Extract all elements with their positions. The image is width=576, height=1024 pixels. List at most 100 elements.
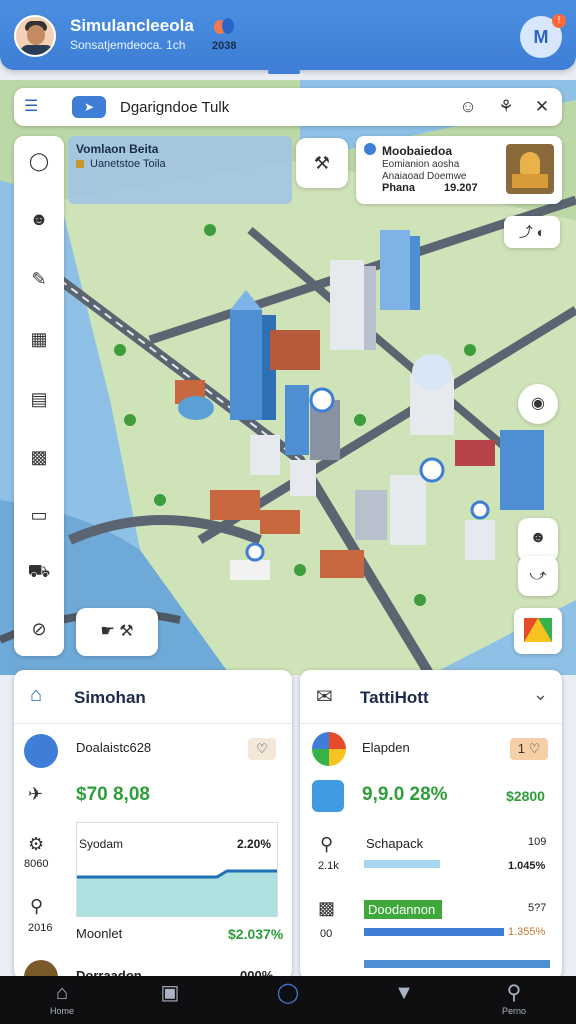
summary-card-title: Simohan — [74, 688, 146, 707]
share-icon: ☻ — [529, 529, 547, 546]
book-icon[interactable]: ▦ — [26, 326, 52, 352]
search-input[interactable] — [118, 97, 418, 117]
search-bar: ☰ ➤ ☺ ⚘ ✕ — [14, 88, 562, 126]
arrow-right-icon[interactable]: ➤ — [72, 96, 106, 118]
nav-circle[interactable]: ◯ — [258, 982, 318, 1022]
poi-title: Moobaiedoa — [382, 144, 453, 158]
route-toggle[interactable]: ⤴ ◐ — [504, 216, 560, 248]
summary-side1: 8060 — [24, 858, 49, 870]
triangle-icon: ▼ — [394, 982, 414, 1004]
poi-price-label: Phana — [382, 182, 416, 194]
gear-icon: ⚙ — [28, 834, 45, 854]
home-icon[interactable]: ⌂ — [30, 684, 42, 707]
summary-main-value: $70 8,08 — [76, 784, 150, 805]
profile-glyph: M — [533, 26, 549, 47]
building-icon[interactable]: ▩ — [26, 444, 52, 470]
avatar-suit — [20, 45, 54, 55]
chevron-down-icon[interactable]: ⌄ — [533, 684, 548, 705]
nav-search-label: Perno — [501, 1006, 527, 1016]
nav-search[interactable]: ⚲ Perno — [484, 982, 544, 1022]
circle-icon: ◯ — [276, 982, 300, 1004]
stats-card-header: ✉ TattiHott ⌄ — [300, 670, 562, 724]
grid-icon — [312, 780, 344, 812]
plane-icon: ✈ — [28, 784, 44, 804]
brand-logo-right — [222, 18, 234, 34]
nav-triangle[interactable]: ▼ — [374, 982, 434, 1022]
user-icon[interactable]: ☺ — [456, 95, 480, 119]
summary-row1-label: Doalaistc628 — [76, 740, 152, 755]
avatar-face — [27, 25, 45, 45]
building-icon: ▩ — [318, 898, 336, 918]
bottom-nav: ⌂ Home ▣ ◯ ▼ ⚲ Perno — [0, 976, 576, 1024]
summary-footer-label: Moonlet — [76, 926, 123, 941]
stats-badge-count: 1 — [517, 741, 525, 756]
metric2-label: Doodannon — [364, 900, 442, 919]
poi-thumbnail — [506, 144, 554, 194]
pin-icon: ⚲ — [320, 834, 334, 854]
stats-card: ✉ TattiHott ⌄ Elapden 1 ♡ 9,9.0 28% $280… — [300, 670, 562, 980]
nav-square[interactable]: ▣ — [140, 982, 200, 1022]
wrench-icon: ⚒ — [313, 153, 331, 173]
stats-badge[interactable]: 1 ♡ — [510, 738, 548, 760]
metric1-value: 1.045% — [508, 860, 546, 872]
app-subtitle: Sonsatjemdeoca. 1ch — [70, 38, 186, 52]
avatar[interactable] — [14, 15, 56, 57]
summary-card: ⌂ Simohan Doalaistc628 ♡ ✈ $70 8,08 ⚙ 80… — [14, 670, 292, 980]
drag-handle[interactable] — [268, 70, 300, 74]
notification-badge: ! — [552, 14, 566, 28]
hand-icon: ☛ ⚒ — [100, 623, 134, 640]
metric1-bar — [364, 860, 440, 868]
pencil-icon[interactable]: ✎ — [26, 266, 52, 292]
square-icon: ▣ — [160, 982, 180, 1004]
stats-row1-label: Elapden — [362, 740, 410, 755]
group-icon[interactable]: ⚘ — [494, 95, 518, 119]
nav-home[interactable]: ⌂ Home — [32, 982, 92, 1022]
map-style-icon — [524, 618, 552, 642]
mail-icon[interactable]: ✉ — [316, 684, 333, 709]
globe-badge-icon — [24, 734, 58, 768]
locate-icon: ◉ — [531, 395, 545, 412]
globe-icon[interactable]: ◯ — [26, 148, 52, 174]
temple-base — [512, 174, 548, 188]
metric2-value: 1.355% — [508, 926, 546, 938]
map-style-button[interactable] — [514, 608, 562, 654]
layers-icon[interactable]: ☰ — [24, 96, 48, 118]
quick-actions[interactable]: ☛ ⚒ — [76, 608, 158, 656]
temple-roof — [520, 152, 540, 174]
poi-card[interactable]: Moobaiedoa Eomianion aosha Anaiaoad Doem… — [356, 136, 562, 204]
metric1-extra: 109 — [528, 836, 547, 848]
app-title: Simulancleeola — [70, 16, 194, 35]
vehicle-icon[interactable]: ⛟ — [26, 558, 52, 584]
search-icon: ⚲ — [506, 982, 522, 1004]
brand-year: 2038 — [212, 40, 237, 52]
document-icon[interactable]: ▤ — [26, 386, 52, 412]
metric2-extra: 5?7 — [528, 902, 547, 914]
location-button[interactable]: ◉ — [518, 384, 558, 424]
home-icon: ⌂ — [55, 982, 69, 1004]
stats-side1: 2.1k — [318, 860, 339, 872]
chart-graphic — [77, 869, 277, 917]
page-icon[interactable]: ▭ — [26, 502, 52, 528]
poi-subtitle: Eomianion aosha Anaiaoad Doemwe — [382, 159, 467, 182]
summary-side2: 2016 — [28, 922, 53, 934]
compass-icon[interactable]: ⊘ — [26, 616, 52, 642]
stats-card-title: TattiHott — [360, 688, 429, 707]
peek-bar — [364, 960, 550, 968]
summary-card-header: ⌂ Simohan — [14, 670, 292, 724]
tools-button[interactable]: ⚒ — [296, 138, 348, 188]
summary-chart: Syodam 2.20% — [76, 822, 278, 917]
directions-button[interactable]: ⤻ — [518, 556, 558, 596]
brand-logo-icon — [212, 18, 238, 40]
chart-value: 2.20% — [236, 837, 271, 851]
stats-side2: 00 — [320, 928, 333, 940]
person-icon[interactable]: ☻ — [26, 206, 52, 232]
close-icon[interactable]: ✕ — [530, 95, 554, 119]
stats-small-value: $2800 — [506, 788, 545, 804]
info-marker-icon — [76, 160, 84, 168]
map-info-panel: Vomlaon Beita Uanetstoe Toila — [68, 136, 292, 204]
favorite-button[interactable]: ♡ — [248, 738, 276, 760]
chart-label: Syodam — [79, 837, 124, 851]
metric1-label: Schapack — [366, 836, 424, 851]
stats-main-value: 9,9.0 28% — [362, 784, 448, 805]
app-logo-icon — [312, 732, 346, 766]
